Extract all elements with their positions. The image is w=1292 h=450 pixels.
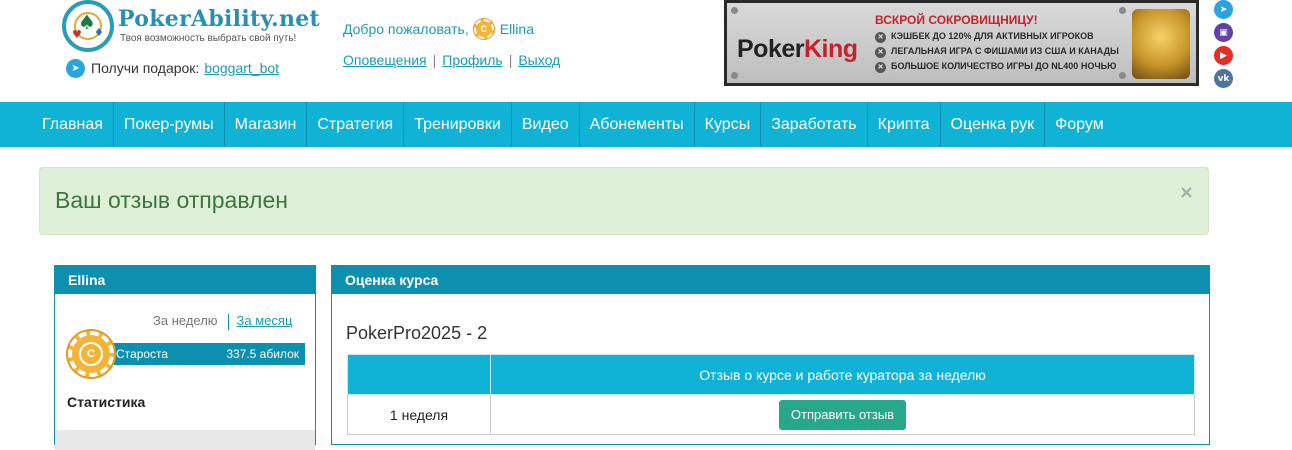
- nav-subscriptions[interactable]: Абонементы: [580, 102, 695, 147]
- telegram-icon: ➤: [66, 58, 85, 78]
- period-switch: За неделю За месяц: [153, 313, 292, 330]
- main-nav: Главная Покер-румы Магазин Стратегия Тре…: [0, 102, 1292, 147]
- logo-icon: ♠ ♥ ♦: [62, 0, 114, 52]
- week-cell: 1 неделя: [347, 394, 491, 435]
- table-header-week: [347, 354, 491, 395]
- stats-title: Статистика: [67, 394, 146, 410]
- banner-line: ЛЕГАЛЬНАЯ ИГРА С ФИШАМИ ИЗ США И КАНАДЫ: [875, 44, 1119, 59]
- course-name: PokerPro2025 - 2: [346, 323, 488, 343]
- treasure-chest-icon: [1132, 9, 1190, 79]
- logo-name: PokerAbility.net: [118, 6, 321, 32]
- welcome-text: Добро пожаловать,: [343, 21, 469, 37]
- site-logo[interactable]: ♠ ♥ ♦ PokerAbility.net Твоя возможность …: [62, 0, 320, 54]
- action-cell: Отправить отзыв: [490, 394, 1195, 435]
- user-panel: Ellina За неделю За месяц Староста 337.5 …: [54, 265, 316, 450]
- nav-forum[interactable]: Форум: [1045, 102, 1114, 147]
- nav-hand-review[interactable]: Оценка рук: [941, 102, 1046, 147]
- nav-trainings[interactable]: Тренировки: [404, 102, 512, 147]
- welcome-row: Добро пожаловать, C Ellina: [343, 18, 534, 40]
- panel-footer: [55, 430, 315, 450]
- rank-points: 337.5 абилок: [226, 347, 299, 361]
- banner-line: БОЛЬШОЕ КОЛИЧЕСТВО ИГРЫ ДО NL400 НОЧЬЮ: [875, 59, 1119, 74]
- user-links: Оповещения | Профиль | Выход: [343, 52, 561, 68]
- nav-home[interactable]: Главная: [32, 102, 114, 147]
- gift-text: Получи подарок:: [91, 60, 200, 76]
- username[interactable]: Ellina: [500, 21, 534, 37]
- nav-crypto[interactable]: Крипта: [868, 102, 941, 147]
- user-chip-icon: C: [473, 19, 494, 39]
- rank-bar: Староста 337.5 абилок: [111, 343, 305, 365]
- period-month-link[interactable]: За месяц: [237, 313, 293, 328]
- rank-name: Староста: [116, 347, 169, 361]
- banner-brand: PokerKing: [737, 35, 858, 63]
- social-links: ➤ ▣ ▶ vk: [1214, 0, 1234, 92]
- send-review-button[interactable]: Отправить отзыв: [778, 399, 907, 430]
- nav-earn[interactable]: Заработать: [761, 102, 868, 147]
- nav-shop[interactable]: Магазин: [225, 102, 308, 147]
- review-table: Отзыв о курсе и работе куратора за недел…: [347, 354, 1195, 435]
- banner-title: ВСКРОЙ СОКРОВИЩНИЦУ!: [875, 13, 1038, 27]
- youtube-icon[interactable]: ▶: [1214, 46, 1233, 65]
- course-rating-title: Оценка курса: [332, 266, 1209, 294]
- pokerking-banner[interactable]: PokerKing ВСКРОЙ СОКРОВИЩНИЦУ! КЭШБЕК ДО…: [724, 0, 1199, 86]
- banner-lines: КЭШБЕК ДО 120% ДЛЯ АКТИВНЫХ ИГРОКОВ ЛЕГА…: [875, 29, 1119, 74]
- gift-row: ➤ Получи подарок: boggart_bot: [66, 58, 279, 78]
- nav-video[interactable]: Видео: [512, 102, 580, 147]
- site-header: ♠ ♥ ♦ PokerAbility.net Твоя возможность …: [0, 0, 1292, 102]
- nav-strategy[interactable]: Стратегия: [307, 102, 405, 147]
- rank-chip-icon: C: [68, 331, 114, 377]
- alert-message: Ваш отзыв отправлен: [55, 187, 288, 213]
- table-row: 1 неделя Отправить отзыв: [347, 394, 1195, 435]
- course-rating-panel: Оценка курса PokerPro2025 - 2 Отзыв о ку…: [331, 265, 1210, 445]
- gift-bot-link[interactable]: boggart_bot: [204, 60, 279, 76]
- logo-tagline: Твоя возможность выбрать свой путь!: [120, 33, 297, 44]
- period-week[interactable]: За неделю: [153, 313, 218, 328]
- banner-line: КЭШБЕК ДО 120% ДЛЯ АКТИВНЫХ ИГРОКОВ: [875, 29, 1119, 44]
- close-icon[interactable]: ×: [1179, 182, 1194, 203]
- notifications-link[interactable]: Оповещения: [343, 52, 427, 68]
- vk-icon[interactable]: vk: [1214, 69, 1233, 88]
- profile-link[interactable]: Профиль: [442, 52, 502, 68]
- nav-poker-rooms[interactable]: Покер-румы: [114, 102, 225, 147]
- twitch-icon[interactable]: ▣: [1214, 23, 1233, 42]
- nav-courses[interactable]: Курсы: [695, 102, 762, 147]
- telegram-icon[interactable]: ➤: [1214, 0, 1233, 19]
- success-alert: Ваш отзыв отправлен ×: [39, 167, 1209, 235]
- user-panel-title: Ellina: [55, 266, 315, 294]
- table-header-review: Отзыв о курсе и работе куратора за недел…: [490, 354, 1195, 395]
- logout-link[interactable]: Выход: [518, 52, 560, 68]
